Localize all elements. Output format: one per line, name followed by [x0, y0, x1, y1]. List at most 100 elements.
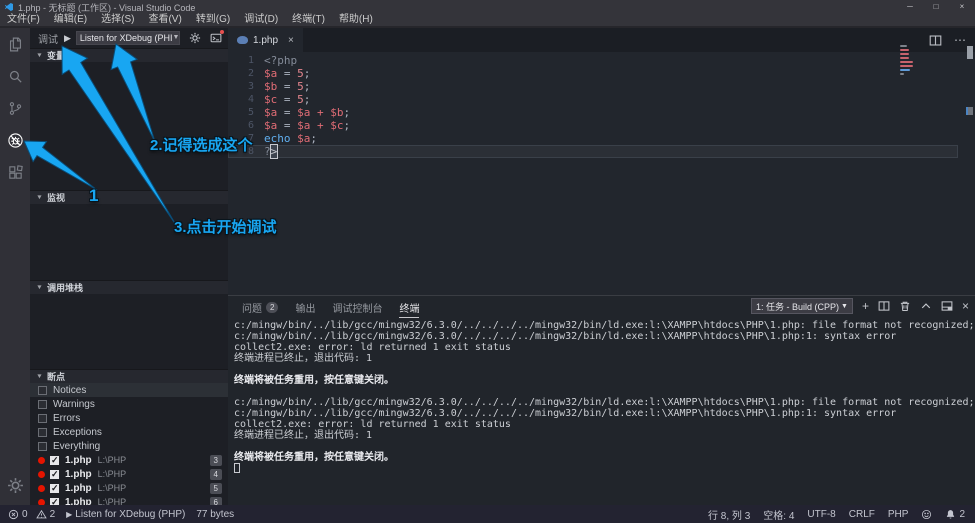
window-controls: ─ □ × [897, 0, 975, 14]
start-debugging-button[interactable]: ▶ [64, 33, 71, 44]
sidebar-item-source-control[interactable] [0, 92, 30, 124]
line-number[interactable]: 7 [228, 132, 254, 145]
line-number[interactable]: 8 [228, 145, 254, 158]
breakpoint-file: 1.php [65, 469, 92, 480]
split-terminal-icon[interactable] [878, 300, 890, 312]
checkbox-checked-icon[interactable] [50, 456, 59, 465]
checkbox-unchecked-icon[interactable] [38, 386, 47, 395]
code-line: 3$b = 5; [228, 80, 975, 93]
notifications-bell[interactable]: 2 [945, 509, 965, 520]
section-breakpoints[interactable]: ▼断点 [30, 369, 228, 383]
panel-tab-item[interactable]: 问题2 [242, 296, 278, 318]
menu-item[interactable]: 查看(V) [141, 14, 188, 26]
checkbox-checked-icon[interactable] [50, 470, 59, 479]
line-number[interactable]: 4 [228, 93, 254, 106]
problems-status[interactable]: 0 2 [8, 509, 55, 520]
breakpoint-label: Everything [53, 441, 100, 452]
terminal-output[interactable]: c:/mingw/bin/../lib/gcc/mingw32/6.3.0/..… [234, 320, 971, 505]
checkbox-unchecked-icon[interactable] [38, 414, 47, 423]
exception-breakpoint-row[interactable]: Errors [30, 411, 228, 425]
terminal-cursor [234, 463, 240, 473]
close-panel-icon[interactable]: × [962, 300, 969, 312]
status-item[interactable]: CRLF [849, 509, 875, 520]
minimize-button[interactable]: ─ [897, 0, 923, 14]
section-variables[interactable]: ▼变量 [30, 48, 228, 62]
trash-icon[interactable] [899, 300, 911, 312]
panel-icon[interactable] [941, 300, 953, 312]
line-number[interactable]: 1 [228, 54, 254, 67]
panel-tab-active[interactable]: 终端 [399, 296, 419, 318]
file-breakpoint-row[interactable]: 1.phpL:\PHP5 [30, 481, 228, 495]
status-item[interactable]: 空格: 4 [763, 507, 794, 522]
menu-item[interactable]: 编辑(E) [47, 14, 94, 26]
sidebar-item-search[interactable] [0, 60, 30, 92]
debug-sidebar-title: 调试 [38, 31, 58, 46]
checkbox-checked-icon[interactable] [50, 484, 59, 493]
sidebar-item-explorer[interactable] [0, 28, 30, 60]
close-icon[interactable]: × [288, 35, 294, 46]
watch-body [30, 204, 228, 280]
menu-item[interactable]: 帮助(H) [332, 14, 380, 26]
menu-item[interactable]: 选择(S) [94, 14, 141, 26]
panel-tab-item[interactable]: 调试控制台 [332, 296, 382, 318]
close-button[interactable]: × [949, 0, 975, 14]
debug-configuration-dropdown[interactable]: Listen for XDebug (PHI ▼ [76, 31, 180, 45]
terminal-line [234, 386, 971, 397]
line-number[interactable]: 3 [228, 80, 254, 93]
maximize-button[interactable]: □ [923, 0, 949, 14]
chevron-up-icon[interactable] [920, 300, 932, 312]
menu-item[interactable]: 文件(F) [0, 14, 47, 26]
file-breakpoint-row[interactable]: 1.phpL:\PHP4 [30, 467, 228, 481]
code-line: 4$c = 5; [228, 93, 975, 106]
terminal-line: 终端将被任务重用，按任意键关闭。 [234, 452, 971, 463]
line-number[interactable]: 2 [228, 67, 254, 80]
debug-console-button[interactable] [210, 32, 222, 44]
line-number[interactable]: 6 [228, 119, 254, 132]
breakpoint-path: L:\PHP [98, 483, 127, 493]
code-line: 7echo $a; [228, 132, 975, 145]
breakpoint-file: 1.php [65, 455, 92, 466]
code-editor[interactable]: 1<?php2$a = 5;3$b = 5;4$c = 5;5$a = $a +… [228, 52, 975, 295]
line-number[interactable]: 5 [228, 106, 254, 119]
tab-1php[interactable]: 1.php × [228, 28, 303, 52]
checkbox-unchecked-icon[interactable] [38, 400, 47, 409]
new-terminal-button[interactable]: + [862, 300, 869, 312]
vscode-window: 1.php - 无标题 (工作区) - Visual Studio Code ─… [0, 0, 975, 523]
debug-target-status[interactable]: ▶ Listen for XDebug (PHP) [66, 509, 185, 520]
notification-dot [220, 30, 224, 34]
status-item[interactable]: 行 8, 列 3 [708, 507, 750, 522]
exception-breakpoint-row[interactable]: Warnings [30, 397, 228, 411]
status-item[interactable]: UTF-8 [807, 509, 835, 520]
tab-label: 1.php [253, 35, 278, 46]
feedback-smiley[interactable] [921, 509, 932, 520]
exception-breakpoint-row[interactable]: Exceptions [30, 425, 228, 439]
section-call-stack[interactable]: ▼调用堆栈 [30, 280, 228, 294]
checkbox-unchecked-icon[interactable] [38, 428, 47, 437]
debug-sidebar: 调试 ▶ Listen for XDebug (PHI ▼ ▼变量 ▼监视 ▼调… [30, 28, 228, 505]
terminal-line: collect2.exe: error: ld returned 1 exit … [234, 419, 971, 430]
chevron-down-icon: ▼ [841, 303, 848, 310]
menu-item[interactable]: 终端(T) [285, 14, 332, 26]
exception-breakpoint-row[interactable]: Notices [30, 383, 228, 397]
breakpoint-line-badge: 5 [210, 483, 222, 494]
menu-item[interactable]: 转到(G) [189, 14, 237, 26]
file-breakpoint-row[interactable]: 1.phpL:\PHP3 [30, 453, 228, 467]
minimap[interactable] [900, 45, 922, 77]
split-editor-icon[interactable] [929, 34, 942, 47]
breakpoint-label: Errors [53, 413, 80, 424]
status-item[interactable]: PHP [888, 509, 909, 520]
gear-icon [189, 32, 201, 44]
configure-gear-button[interactable] [189, 32, 201, 44]
checkbox-unchecked-icon[interactable] [38, 442, 47, 451]
terminal-line: c:/mingw/bin/../lib/gcc/mingw32/6.3.0/..… [234, 397, 971, 408]
menu-item[interactable]: 调试(D) [237, 14, 285, 26]
sidebar-item-debug[interactable] [0, 124, 30, 156]
sidebar-item-extensions[interactable] [0, 156, 30, 188]
panel-tab-item[interactable]: 输出 [295, 296, 315, 318]
exception-breakpoint-row[interactable]: Everything [30, 439, 228, 453]
section-watch[interactable]: ▼监视 [30, 190, 228, 204]
debug-configuration-value: Listen for XDebug (PHI [80, 32, 173, 44]
terminal-dropdown[interactable]: 1: 任务 - Build (CPP) ▼ [751, 298, 853, 314]
breakpoint-label: Notices [53, 385, 86, 396]
settings-button[interactable] [0, 469, 30, 501]
